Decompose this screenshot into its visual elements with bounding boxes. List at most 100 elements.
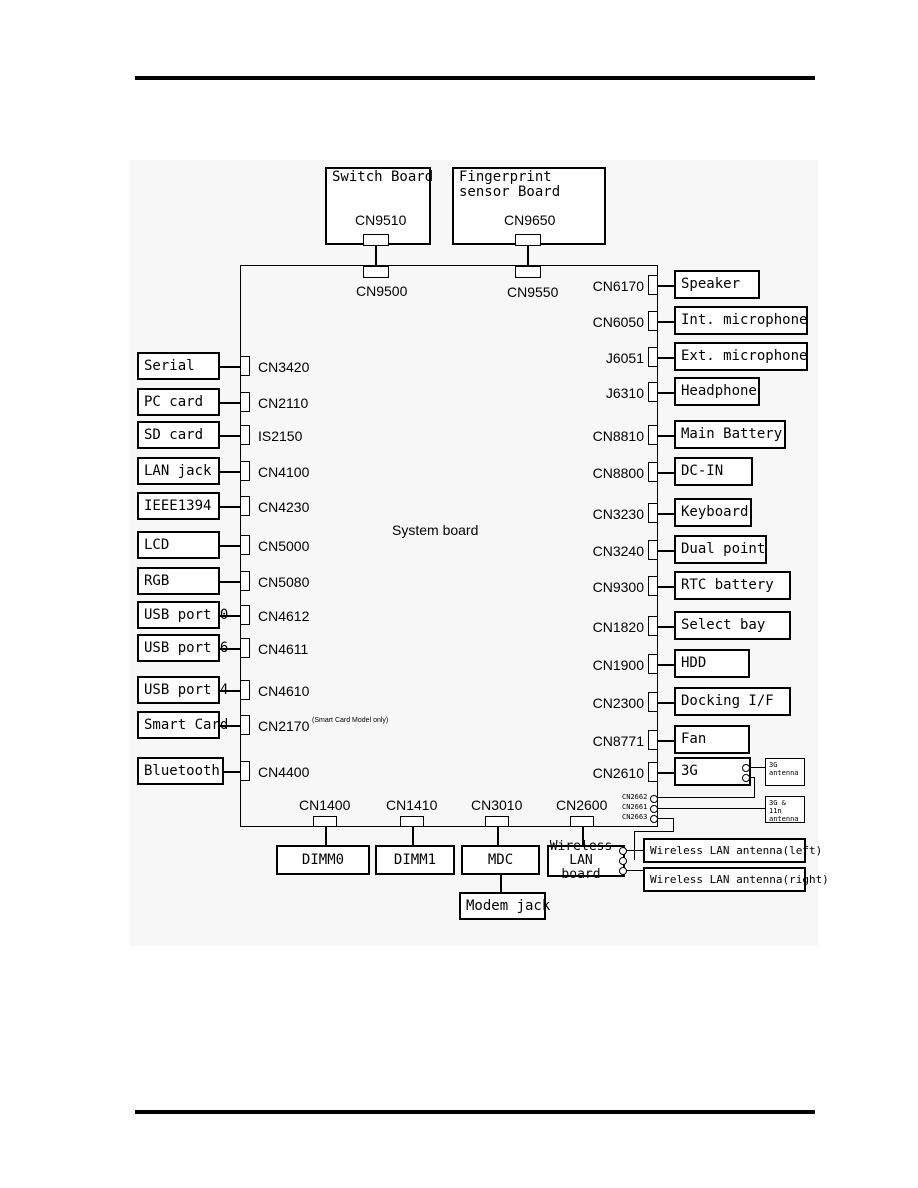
cable — [220, 471, 240, 473]
connector — [648, 425, 658, 445]
connector — [648, 311, 658, 331]
cable — [220, 581, 240, 583]
cable — [220, 402, 240, 404]
connector — [240, 761, 250, 781]
connector-label: CN2600 — [556, 797, 608, 813]
device-box: RTC battery — [674, 571, 791, 600]
device-box: USB port 6 — [137, 634, 228, 662]
device-box: 3G — [674, 757, 751, 786]
device-box: Bluetooth — [137, 757, 224, 785]
device-box: USB port 4 — [137, 676, 228, 704]
device-box: SD card — [137, 421, 220, 449]
cable — [220, 615, 240, 617]
connector — [570, 816, 594, 827]
cable — [634, 831, 674, 832]
connector — [313, 816, 337, 827]
connector — [240, 425, 250, 445]
connector-label: CN4100 — [258, 464, 310, 480]
connector — [485, 816, 509, 827]
connector-label: CN9550 — [507, 284, 559, 300]
connector — [240, 356, 250, 376]
connector — [648, 616, 658, 636]
device-box: Ext. microphone — [674, 342, 808, 371]
connector-label: CN1410 — [386, 797, 438, 813]
connector-label: CN4230 — [258, 499, 310, 515]
connector — [648, 347, 658, 367]
connector-label: CN8771 — [592, 733, 644, 749]
antenna-port — [619, 857, 627, 865]
connector — [648, 576, 658, 596]
device-box: DIMM0 — [276, 845, 370, 875]
connector-label: CN2661 — [622, 803, 648, 811]
device-box: DC-IN — [674, 457, 753, 486]
cable — [658, 472, 674, 474]
cable — [749, 767, 765, 768]
device-box: Select bay — [674, 611, 791, 640]
connector — [648, 503, 658, 523]
connector-label: CN6050 — [592, 314, 644, 330]
connector — [515, 266, 541, 278]
connector-label: J6310 — [605, 385, 644, 401]
cable — [220, 506, 240, 508]
cable — [412, 827, 414, 845]
cable — [657, 808, 765, 809]
smart-card-note: (Smart Card Model only) — [312, 717, 389, 724]
device-box: LAN jack — [137, 457, 220, 485]
device-box: Dual point — [674, 535, 767, 564]
antenna-port — [742, 774, 750, 782]
cable — [658, 626, 674, 628]
system-board-label: System board — [392, 522, 479, 538]
connector-label: CN2662 — [622, 793, 648, 801]
cable — [527, 246, 529, 266]
device-box: Headphone — [674, 377, 760, 406]
antenna-port — [619, 867, 627, 875]
antenna-port — [650, 805, 658, 813]
device-box: Docking I/F — [674, 687, 791, 716]
cable — [657, 818, 673, 819]
connector — [648, 275, 658, 295]
device-box: PC card — [137, 388, 220, 416]
device-box: HDD — [674, 649, 750, 678]
3g-antenna: 3G antenna — [765, 758, 805, 786]
connector-label: CN6170 — [592, 278, 644, 294]
connector-label: CN4612 — [258, 608, 310, 624]
connector-label: CN9500 — [356, 283, 408, 299]
device-box: Int. microphone — [674, 306, 808, 335]
antenna-port — [742, 764, 750, 772]
connector-label: J6051 — [605, 350, 644, 366]
connector — [240, 461, 250, 481]
device-box: IEEE1394 — [137, 492, 220, 520]
cable — [658, 702, 674, 704]
antenna-port — [619, 847, 627, 855]
connector-label: CN3230 — [592, 506, 644, 522]
cable — [657, 797, 755, 798]
device-box: Fan — [674, 725, 750, 754]
connector — [240, 715, 250, 735]
connector-label: CN3420 — [258, 359, 310, 375]
connector-label: CN2610 — [592, 765, 644, 781]
connector-label: CN3010 — [471, 797, 523, 813]
device-box: Keyboard — [674, 498, 752, 527]
top-rule — [135, 76, 815, 80]
cable — [220, 648, 240, 650]
connector-label: CN9650 — [504, 212, 556, 228]
connector-label: CN2110 — [258, 395, 309, 411]
device-box: Wireless LAN board — [547, 840, 625, 882]
cable — [625, 850, 643, 851]
connector — [400, 816, 424, 827]
cable — [658, 772, 674, 774]
bottom-rule — [135, 1110, 815, 1114]
connector-label: CN4611 — [258, 641, 309, 657]
cable — [754, 777, 755, 797]
cable — [220, 366, 240, 368]
connector — [240, 638, 250, 658]
device-box: Smart Card — [137, 711, 228, 739]
cable — [658, 321, 674, 323]
connector-label: CN4400 — [258, 764, 310, 780]
connector — [648, 692, 658, 712]
connector-label: IS2150 — [258, 428, 303, 444]
cable — [224, 771, 240, 773]
device-box: USB port 0 — [137, 601, 228, 629]
cable — [325, 827, 327, 845]
cable — [673, 818, 674, 831]
